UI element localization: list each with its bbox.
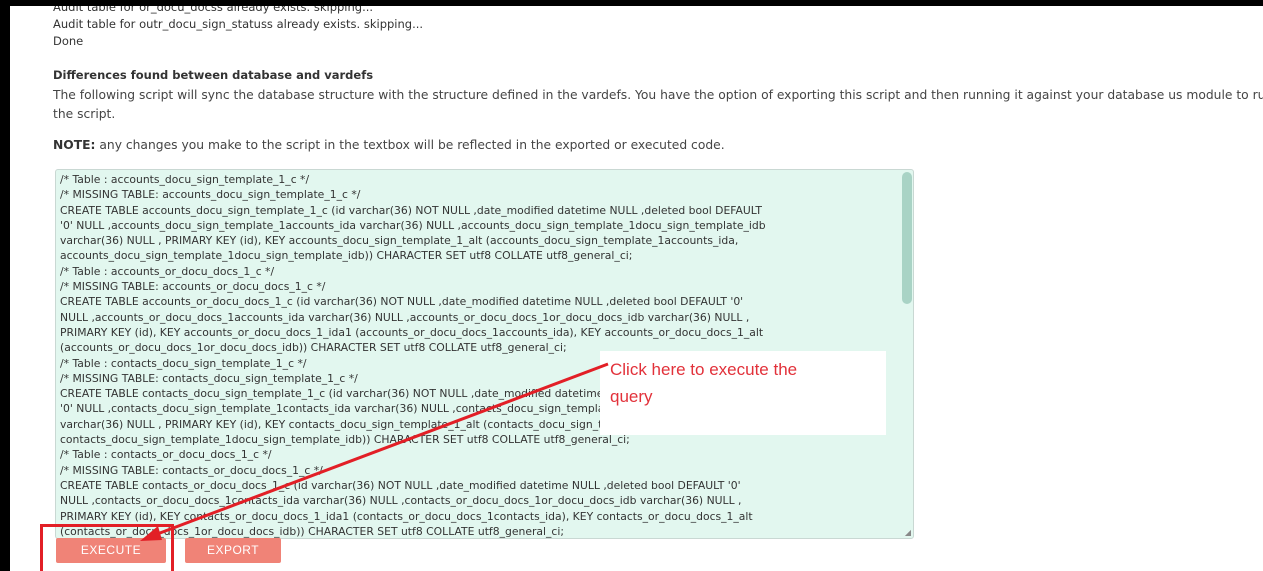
script-line: (contacts_or_docu_docs_1or_docu_docs_idb… [60,524,565,538]
script-line: accounts_docu_sign_template_1docu_sign_t… [60,249,633,263]
script-line: /* Table : contacts_or_docu_docs_1_c */ [60,448,272,462]
annotation-callout: Click here to execute the query [600,351,886,435]
script-line: PRIMARY KEY (id), KEY accounts_or_docu_d… [60,325,764,339]
script-line: varchar(36) NULL , PRIMARY KEY (id), KEY… [60,234,739,248]
note-text: NOTE: any changes you make to the script… [53,138,725,152]
script-line: /* MISSING TABLE: accounts_docu_sign_tem… [60,188,361,202]
textarea-scrollbar[interactable] [902,172,912,304]
script-line: CREATE TABLE accounts_docu_sign_template… [60,203,762,217]
script-line: NULL ,accounts_or_docu_docs_1accounts_id… [60,310,750,324]
section-description: The following script will sync the datab… [53,88,1263,121]
script-line: PRIMARY KEY (id), KEY contacts_or_docu_d… [60,509,753,523]
script-line: '0' NULL ,accounts_docu_sign_template_1a… [60,218,766,232]
script-line: CREATE TABLE accounts_or_docu_docs_1_c (… [60,295,744,309]
script-line: NULL ,contacts_or_docu_docs_1contacts_id… [60,494,742,508]
script-line: /* MISSING TABLE: accounts_or_docu_docs_… [60,280,326,294]
log-line: Done [53,34,84,48]
repair-results-page: Audit table for or_docu_docss already ex… [10,6,1263,571]
resize-grip-icon[interactable]: ◢ [905,528,911,537]
script-line: CREATE TABLE contacts_or_docu_docs_1_c (… [60,478,741,492]
script-line: /* Table : accounts_docu_sign_template_1… [60,173,310,186]
note-body: any changes you make to the script in th… [95,138,725,152]
annotation-callout-text: Click here to execute the query [610,360,798,406]
execute-highlight-box [40,524,174,571]
script-line: /* Table : accounts_or_docu_docs_1_c */ [60,264,275,278]
note-label: NOTE: [53,138,96,152]
log-line: Audit table for or_docu_docss already ex… [53,6,374,14]
export-button[interactable]: EXPORT [185,538,281,563]
section-heading: Differences found between database and v… [53,68,374,82]
script-line: /* MISSING TABLE: contacts_or_docu_docs_… [60,463,323,477]
log-line: Audit table for outr_docu_sign_statuss a… [53,17,424,31]
